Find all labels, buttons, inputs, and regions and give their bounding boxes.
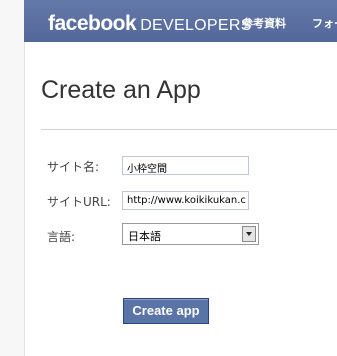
nav-link-reference[interactable]: 参考資料 (242, 15, 286, 31)
facebook-developers-logo[interactable]: facebook DEVELOPERS (48, 12, 252, 36)
divider (41, 129, 337, 130)
site-url-label: サイトURL: (47, 195, 111, 209)
site-url-input[interactable]: http://www.koikikukan.c (122, 191, 249, 210)
create-app-button[interactable]: Create app (123, 298, 209, 324)
top-navigation-bar: facebookDEVELOPERS 参考資料 フォー (24, 0, 337, 42)
language-select-value: 日本語 (128, 230, 161, 243)
site-name-label: サイト名: (47, 160, 100, 174)
chevron-down-icon[interactable] (242, 226, 256, 242)
logo-developers-text: DEVELOPERS (140, 17, 252, 34)
logo-facebook-text: facebook (48, 12, 137, 35)
nav-link-forum[interactable]: フォー (312, 15, 337, 31)
page-title: Create an App (41, 76, 201, 104)
site-name-input[interactable]: 小枠空間 (122, 156, 249, 175)
language-select[interactable]: 日本語 (122, 223, 259, 245)
left-sidebar-strip (0, 0, 25, 356)
language-label: 言語: (47, 230, 76, 244)
